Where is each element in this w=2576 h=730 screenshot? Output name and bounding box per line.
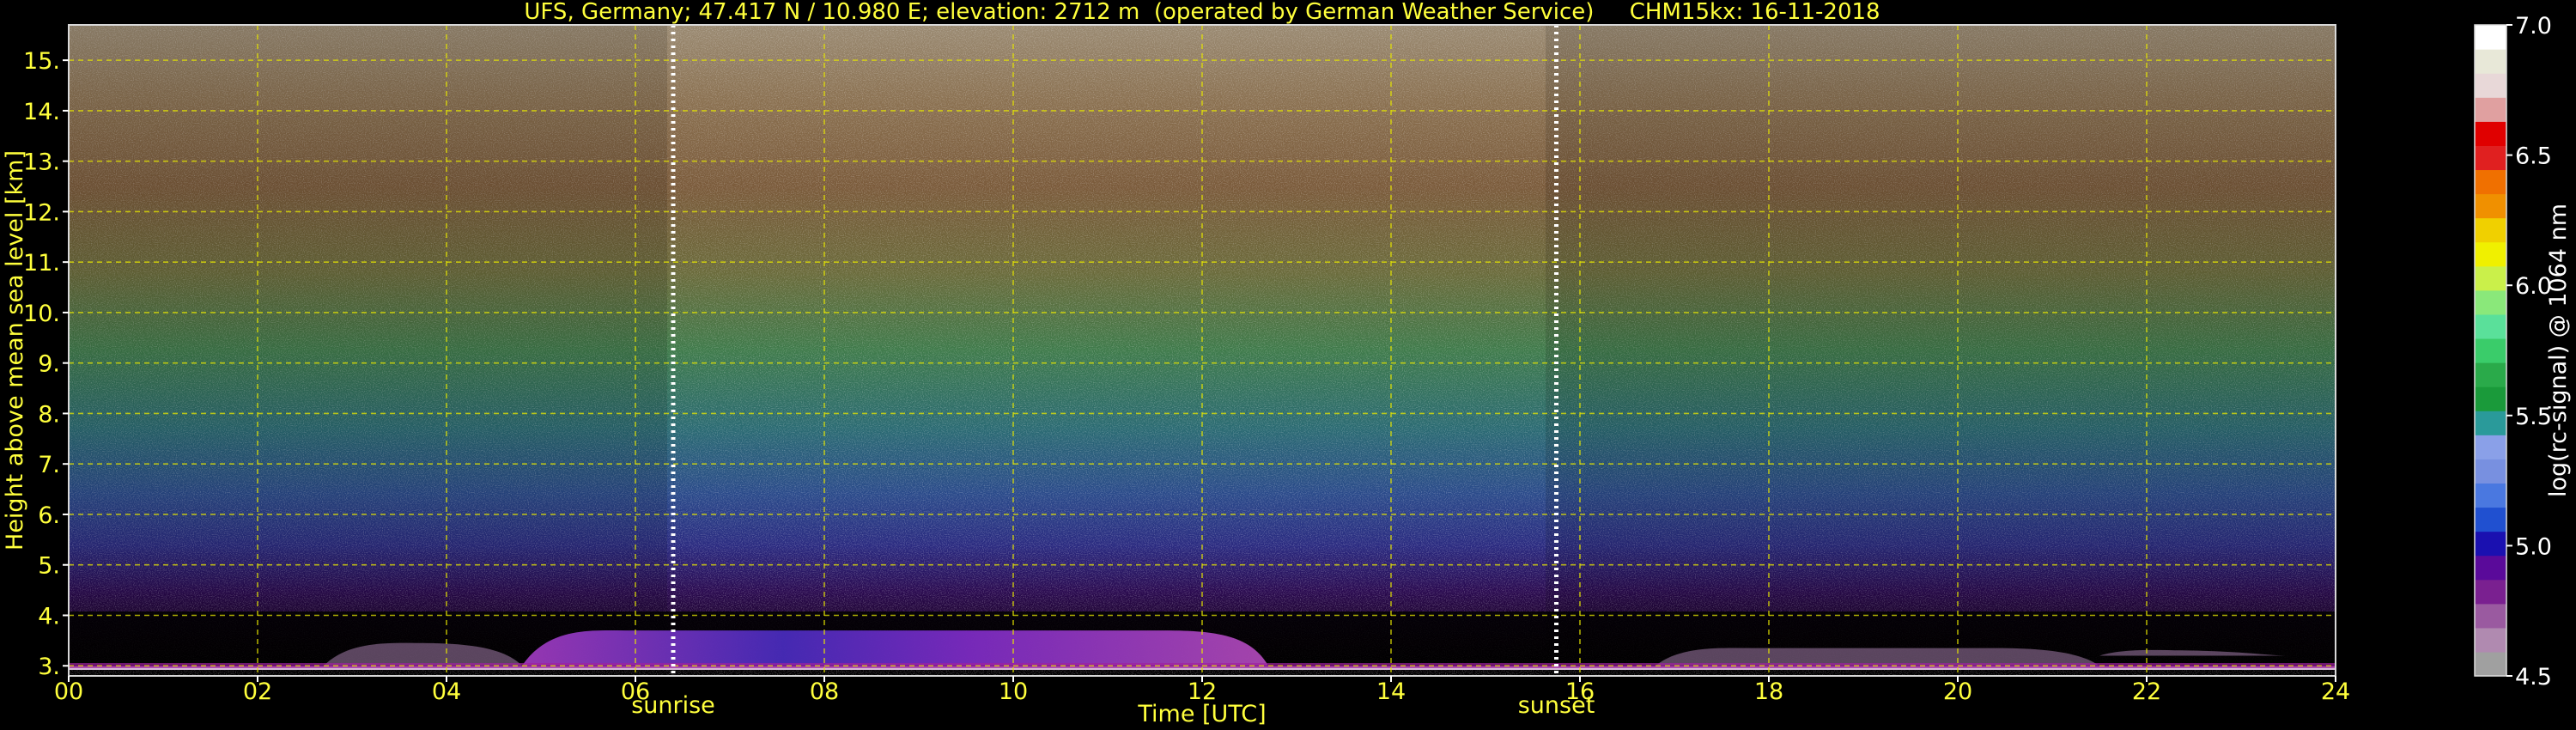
y-tick-label: 5.	[38, 553, 60, 580]
colorbar-segment	[2475, 555, 2506, 581]
colorbar-label: log(rc-signal) @ 1064 nm	[2545, 204, 2572, 497]
x-tick-label: 06	[621, 678, 650, 705]
colorbar-segment	[2475, 169, 2506, 195]
colorbar-segment	[2475, 603, 2506, 629]
y-axis-label: Height above mean sea level [km]	[2, 150, 28, 551]
y-tick-label: 6.	[38, 502, 60, 529]
colorbar: 4.55.05.56.06.57.0	[2474, 13, 2552, 690]
ceilometer-chart: sunrise sunset 00 02 04 06 08 10 12 14 16 18 20 22 24…	[2, 0, 2572, 727]
colorbar-segment	[2475, 531, 2506, 557]
colorbar-segment	[2475, 265, 2506, 291]
colorbar-segment	[2475, 483, 2506, 508]
colorbar-tick-label: 6.5	[2515, 143, 2552, 170]
x-tick-label: 24	[2321, 678, 2350, 705]
chart-title: UFS, Germany; 47.417 N / 10.980 E; eleva…	[524, 0, 1880, 25]
aerosol-layer-day	[522, 630, 1268, 666]
colorbar-segment	[2475, 49, 2506, 74]
y-tick-label: 12.	[23, 199, 60, 226]
colorbar-tick-label: 7.0	[2515, 13, 2552, 40]
colorbar-segment	[2475, 338, 2506, 363]
y-tick-label: 7.	[38, 452, 60, 478]
colorbar-segment	[2475, 386, 2506, 411]
x-tick-label: 08	[810, 678, 839, 705]
colorbar-tick-label: 5.0	[2515, 533, 2552, 560]
colorbar-segment	[2475, 241, 2506, 267]
colorbar-segment	[2475, 121, 2506, 146]
colorbar-segment	[2475, 579, 2506, 605]
y-tick-label: 9.	[38, 351, 60, 378]
y-tick-label: 3.	[38, 654, 60, 680]
y-tick-label: 15.	[23, 48, 60, 75]
night-shade-left	[69, 25, 667, 676]
x-tick-label: 00	[54, 678, 83, 705]
night-shade-right	[1546, 25, 2336, 676]
y-tick-label: 10.	[23, 301, 60, 327]
colorbar-segment	[2475, 25, 2506, 50]
y-tick-label: 14.	[23, 99, 60, 125]
x-tick-label: 14	[1376, 678, 1406, 705]
x-tick-label: 22	[2132, 678, 2161, 705]
colorbar-segment	[2475, 411, 2506, 435]
colorbar-segment	[2475, 651, 2506, 677]
colorbar-segment	[2475, 313, 2506, 339]
y-axis: 3. 4. 5. 6. 7. 8. 9. 10. 11. 12. 13. 14. 15.	[23, 48, 69, 680]
colorbar-segment	[2475, 435, 2506, 459]
colorbar-segment	[2475, 97, 2506, 122]
y-tick-label: 11.	[23, 250, 60, 277]
x-tick-label: 18	[1754, 678, 1783, 705]
colorbar-tick-label: 4.5	[2515, 664, 2552, 690]
colorbar-segment	[2475, 145, 2506, 171]
colorbar-segment	[2475, 362, 2506, 387]
x-axis-label: Time [UTC]	[1137, 701, 1266, 727]
colorbar-segment	[2475, 627, 2506, 653]
colorbar-segment	[2475, 193, 2506, 219]
y-tick-label: 13.	[23, 149, 60, 176]
y-tick-label: 4.	[38, 603, 60, 630]
y-tick-label: 8.	[38, 401, 60, 428]
x-tick-label: 02	[243, 678, 272, 705]
colorbar-segment	[2475, 73, 2506, 98]
colorbar-segment	[2475, 289, 2506, 315]
colorbar-segment	[2475, 217, 2506, 243]
x-tick-label: 16	[1565, 678, 1595, 705]
x-tick-label: 10	[999, 678, 1028, 705]
colorbar-segment	[2475, 507, 2506, 532]
x-tick-label: 04	[432, 678, 461, 705]
x-tick-label: 20	[1943, 678, 1972, 705]
colorbar-segment	[2475, 459, 2506, 484]
